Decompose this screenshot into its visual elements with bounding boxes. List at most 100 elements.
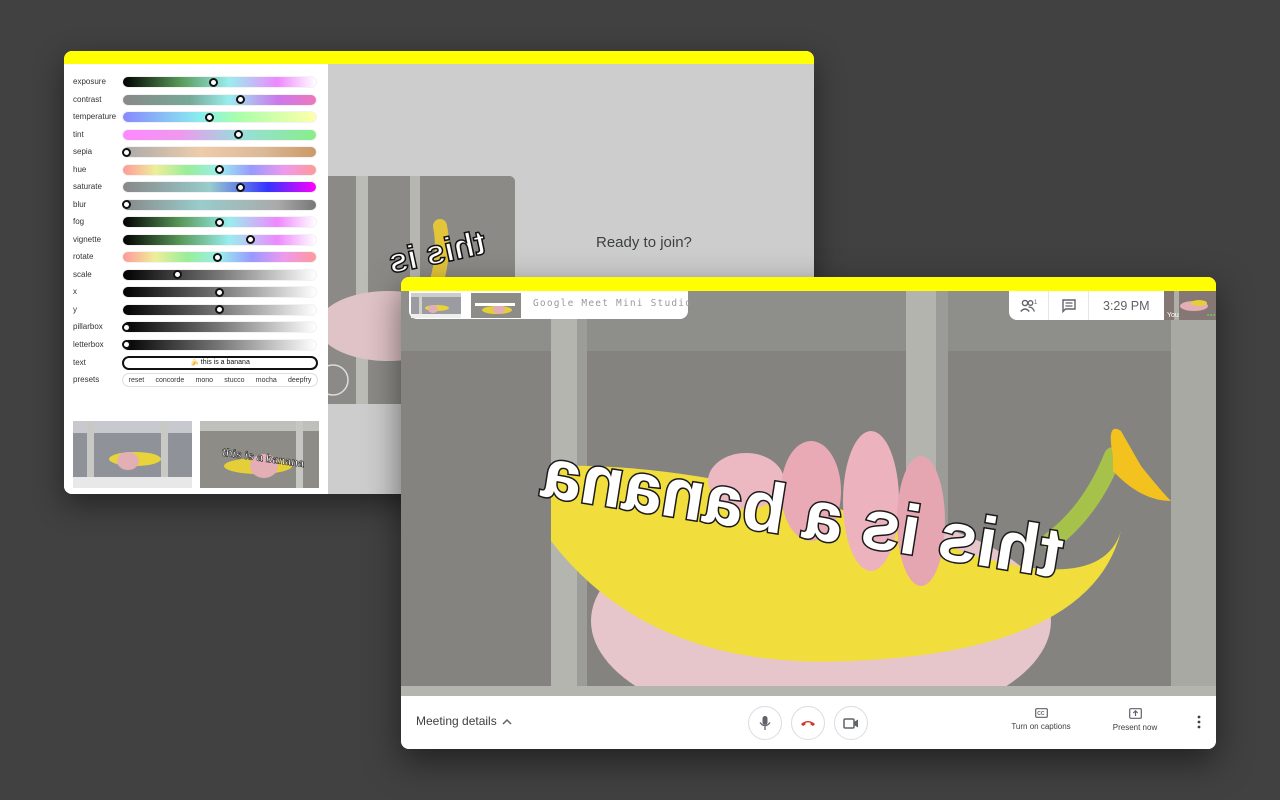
slider-label-saturate: saturate [73,182,102,191]
letterbox-slider[interactable] [122,338,317,351]
clock: 3:29 PM [1103,298,1150,313]
chevron-up-icon [502,718,512,725]
preset-deepfry[interactable]: deepfry [288,377,311,384]
hue-slider-handle[interactable] [215,165,224,174]
slider-label-tint: tint [73,129,84,139]
preset-stucco[interactable]: stucco [224,377,244,384]
text-row: text 🍌 this is a banana [64,356,328,370]
tint-slider-handle[interactable] [234,130,244,139]
slider-label-contrast: contrast [73,94,102,104]
preset-reset[interactable]: reset [129,377,145,384]
slider-label-scale: scale [73,269,92,279]
slider-label-vignette: vignette [73,234,102,244]
hang-up-icon [801,721,815,726]
slider-row-scale: scale [64,268,328,282]
slider-row-hue: hue [64,163,328,177]
slider-row-y: y [64,303,328,317]
blur-slider[interactable] [122,198,317,211]
present-now-button[interactable]: Present now [1100,708,1170,732]
self-view-tile[interactable]: You [1164,291,1216,320]
saturate-slider[interactable] [122,181,317,193]
present-label: Present now [1112,723,1158,732]
slider-label-x: x [73,287,77,296]
video-camera-icon [843,717,858,729]
slider-row-letterbox: letterbox [64,338,328,352]
captions-label: Turn on captions [1011,722,1071,731]
self-view-label: You [1167,312,1179,319]
overlay-caption-text: this is a banana [536,433,1068,592]
letterbox-slider-handle[interactable] [122,340,132,349]
studio-extension-title: Google Meet Mini Studio [533,298,693,309]
slider-row-sepia: sepia [64,145,328,159]
temperature-slider-handle[interactable] [205,112,215,122]
people-count: 1 [1034,300,1038,306]
main-video-feed: this is a banana [401,291,1216,696]
pillarbox-slider[interactable] [122,321,317,333]
people-button[interactable]: 1 [1009,291,1049,320]
x-slider-handle[interactable] [215,287,224,297]
fog-slider[interactable] [122,216,317,228]
slider-row-exposure: exposure [64,75,328,89]
contrast-slider[interactable] [122,93,317,106]
meeting-details-label: Meeting details [416,714,497,728]
scale-slider-handle[interactable] [172,270,182,279]
preset-concorde[interactable]: concorde [155,377,184,384]
slider-row-fog: fog [64,215,328,229]
sepia-slider-handle[interactable] [122,147,132,157]
slider-label-letterbox: letterbox [73,339,104,349]
slider-row-tint: tint [64,128,328,142]
y-slider[interactable] [122,303,317,316]
rotate-slider-handle[interactable] [213,252,223,262]
slider-row-saturate: saturate [64,180,328,194]
temperature-slider[interactable] [122,111,317,123]
pillarbox-slider-handle[interactable] [122,322,132,332]
meeting-controls-bar: Meeting details CC Turn on captions Pres… [401,696,1216,749]
vignette-slider[interactable] [122,233,317,246]
more-options-icon[interactable] [1196,715,1202,729]
x-slider[interactable] [122,286,317,298]
effects-control-panel: exposure contrast temperature tint sepia hue s… [64,64,328,494]
hue-slider[interactable] [122,163,317,176]
slider-label-hue: hue [73,164,87,174]
slider-label-exposure: exposure [73,77,106,86]
chat-button[interactable] [1049,291,1089,320]
blur-slider-handle[interactable] [122,200,132,209]
present-screen-icon [1128,708,1142,719]
leave-call-button[interactable] [791,706,825,740]
camera-button[interactable] [834,706,868,740]
slider-row-blur: blur [64,198,328,212]
slider-row-x: x [64,285,328,299]
saturate-slider-handle[interactable] [236,182,246,192]
y-slider-handle[interactable] [215,305,224,314]
sepia-slider[interactable] [122,146,317,158]
chip-raw-thumbnail[interactable] [411,293,461,318]
exposure-slider[interactable] [122,76,317,88]
slider-row-temperature: temperature [64,110,328,124]
preset-mocha[interactable]: mocha [256,377,277,384]
captions-button[interactable]: CC Turn on captions [1006,708,1076,731]
overlay-text-input[interactable]: 🍌 this is a banana [122,356,318,370]
scale-slider[interactable] [122,268,317,281]
slider-row-rotate: rotate [64,250,328,264]
contrast-slider-handle[interactable] [236,95,246,104]
meet-title-bar [401,277,1216,291]
raw-camera-thumbnail [73,421,192,488]
exposure-slider-handle[interactable] [209,77,219,87]
chat-icon [1061,298,1076,313]
meeting-details-button[interactable]: Meeting details [416,714,512,728]
presets-label: presets [73,375,100,384]
slider-label-blur: blur [73,199,87,209]
slider-label-sepia: sepia [73,147,93,156]
slider-label-y: y [73,304,77,314]
fog-slider-handle[interactable] [215,217,224,227]
chip-processed-thumbnail[interactable] [471,293,521,318]
slider-label-pillarbox: pillarbox [73,322,103,331]
presets-group: reset concorde mono stucco mocha deepfry [122,373,318,387]
meet-window: this is a banana Google Meet Mini Studio… [401,277,1216,749]
studio-thumbnail-chip: Google Meet Mini Studio [409,291,691,319]
rotate-slider[interactable] [122,251,317,263]
microphone-button[interactable] [748,706,782,740]
preset-mono[interactable]: mono [195,377,213,384]
tint-slider[interactable] [122,128,317,141]
vignette-slider-handle[interactable] [245,235,255,244]
